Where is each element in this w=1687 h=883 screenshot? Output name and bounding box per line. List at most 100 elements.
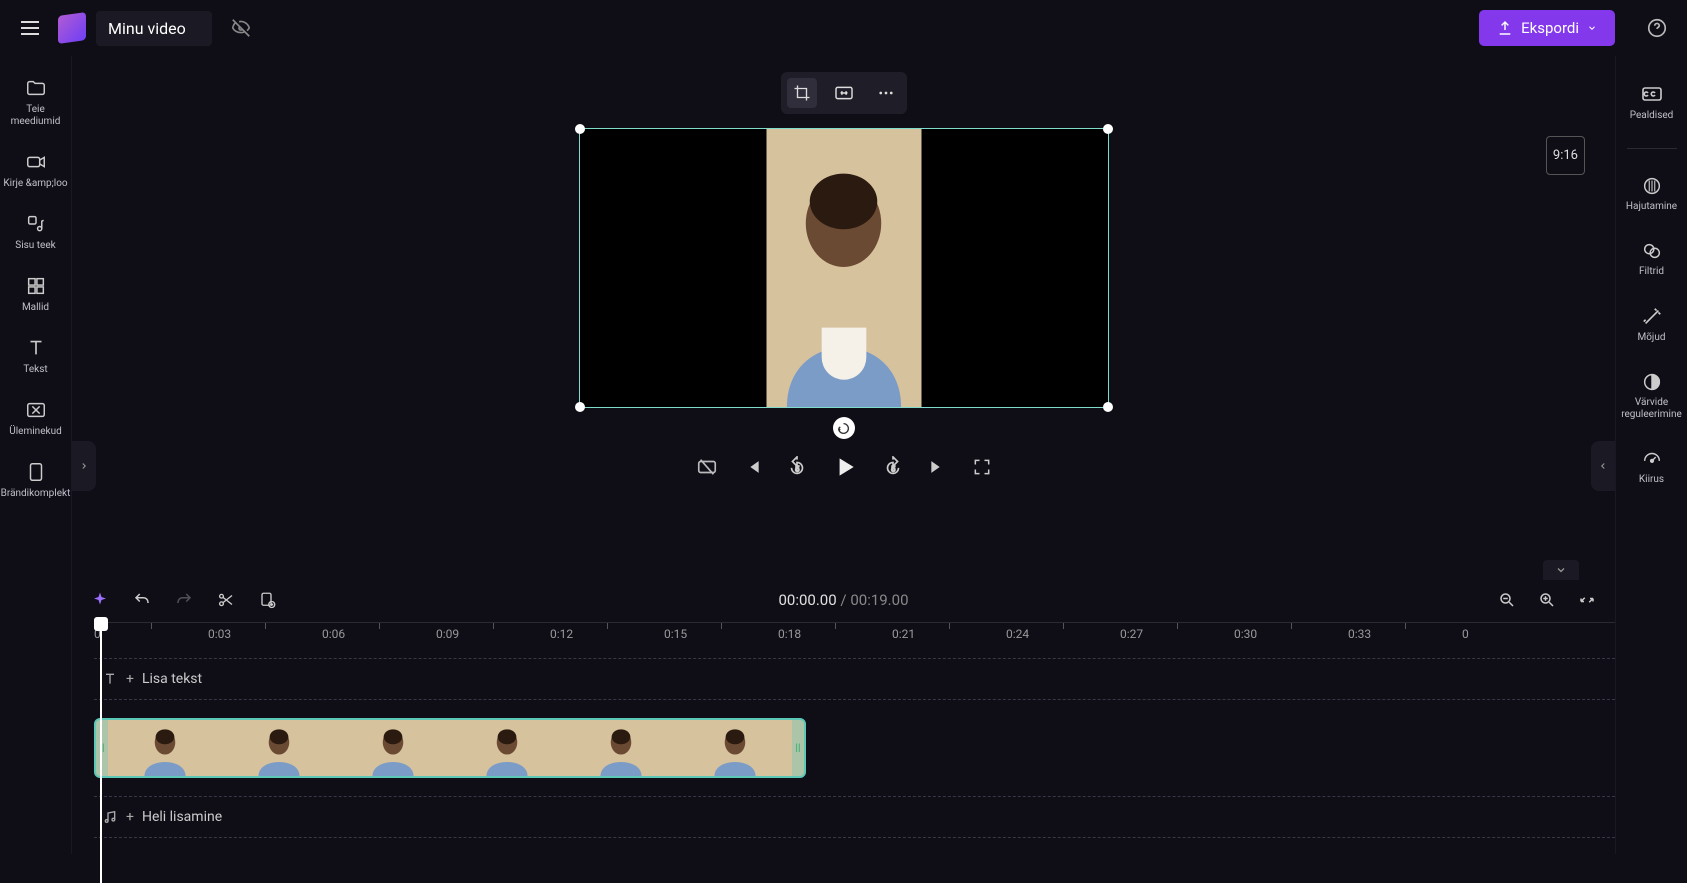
play-button[interactable]	[832, 454, 858, 480]
plus-icon: +	[126, 671, 134, 687]
timeline-tracks: + Lisa tekst || ||	[94, 658, 1615, 854]
ruler-mark: 0:18	[778, 627, 801, 641]
undo-button[interactable]	[130, 588, 154, 612]
camera-icon	[24, 150, 48, 174]
sidebar-item-label: Pealdised	[1630, 110, 1674, 122]
sidebar-item-label: Üleminekud	[9, 426, 61, 438]
svg-text:5: 5	[891, 465, 895, 474]
fullscreen-button[interactable]	[972, 457, 992, 477]
sidebar-item-your-media[interactable]: Teie meediumid	[0, 68, 71, 136]
video-track[interactable]: || ||	[94, 716, 1615, 780]
audio-track[interactable]: + Heli lisamine	[94, 796, 1615, 838]
left-sidebar: Teie meediumid Kirje &amp;loo Sisu teek …	[0, 56, 72, 854]
app-logo-icon	[58, 12, 86, 44]
plus-icon: +	[126, 809, 134, 825]
forward-5s-button[interactable]: 5	[882, 456, 904, 478]
timeline-toolbar: 00:00.00 / 00:19.00	[72, 578, 1615, 622]
clip-trim-left[interactable]: ||	[96, 720, 108, 776]
video-clip[interactable]: || ||	[94, 718, 806, 778]
sidebar-item-color-adjust[interactable]: Värvide reguleerimine	[1616, 363, 1687, 428]
resize-handle-tl[interactable]	[575, 124, 585, 134]
redo-button	[172, 588, 196, 612]
split-button[interactable]	[214, 588, 238, 612]
speed-icon	[1641, 448, 1663, 470]
resize-handle-bl[interactable]	[575, 402, 585, 412]
skip-back-button[interactable]	[742, 457, 762, 477]
sidebar-item-fade[interactable]: Hajutamine	[1616, 167, 1687, 221]
fade-icon	[1641, 175, 1663, 197]
sidebar-item-templates[interactable]: Mallid	[0, 266, 71, 322]
export-button[interactable]: Ekspordi	[1479, 10, 1615, 46]
more-options-button[interactable]	[871, 78, 901, 108]
preview-frame-image	[766, 129, 921, 407]
main-menu-button[interactable]	[12, 10, 48, 46]
ruler-mark: 0:27	[1120, 627, 1143, 641]
sidebar-item-speed[interactable]: Kiirus	[1616, 440, 1687, 494]
visibility-off-icon[interactable]	[230, 17, 252, 39]
preview-canvas[interactable]	[579, 128, 1109, 408]
filters-icon	[1641, 240, 1663, 262]
svg-text:5: 5	[795, 465, 799, 474]
ai-sparkle-button[interactable]	[88, 588, 112, 612]
rewind-5s-button[interactable]: 5	[786, 456, 808, 478]
text-track[interactable]: + Lisa tekst	[94, 658, 1615, 700]
add-media-button[interactable]	[256, 588, 280, 612]
ruler-mark: 0:15	[664, 627, 687, 641]
sidebar-item-label: Värvide reguleerimine	[1618, 397, 1685, 420]
resize-handle-br[interactable]	[1103, 402, 1113, 412]
sidebar-item-record[interactable]: Kirje &amp;loo	[0, 142, 71, 198]
music-note-icon	[24, 212, 48, 236]
sidebar-item-label: Kirje &amp;loo	[3, 178, 67, 190]
playhead[interactable]	[94, 617, 108, 631]
sidebar-item-label: Brändikomplekt	[1, 488, 71, 500]
contrast-icon	[1641, 371, 1663, 393]
sidebar-item-label: Filtrid	[1639, 266, 1664, 278]
sidebar-item-label: Hajutamine	[1626, 201, 1677, 213]
playhead-line	[100, 623, 102, 883]
transitions-icon	[24, 398, 48, 422]
project-title-input[interactable]	[96, 11, 212, 46]
sidebar-item-transitions[interactable]: Üleminekud	[0, 390, 71, 446]
sidebar-item-content-library[interactable]: Sisu teek	[0, 204, 71, 260]
rotate-handle[interactable]	[833, 417, 855, 439]
export-button-label: Ekspordi	[1521, 19, 1579, 37]
total-time: 00:19.00	[850, 591, 908, 609]
sidebar-item-label: Teie meediumid	[2, 104, 69, 128]
fit-button[interactable]	[829, 78, 859, 108]
timeline-ruler[interactable]: 0 0:03 0:06 0:09 0:12 0:15 0:18 0:21 0:2…	[94, 622, 1615, 658]
playback-controls: 5 5	[696, 454, 992, 480]
sidebar-item-captions[interactable]: Pealdised	[1616, 74, 1687, 130]
brand-kit-icon	[24, 460, 48, 484]
aspect-ratio-button[interactable]: 9:16	[1546, 136, 1585, 175]
ruler-mark: 0	[1462, 627, 1469, 641]
sidebar-item-label: Tekst	[23, 364, 47, 376]
ruler-mark: 0:12	[550, 627, 573, 641]
help-button[interactable]	[1639, 10, 1675, 46]
sidebar-item-effects[interactable]: Mõjud	[1616, 298, 1687, 352]
clip-trim-right[interactable]: ||	[792, 720, 804, 776]
fit-timeline-button[interactable]	[1575, 588, 1599, 612]
ruler-mark: 0:30	[1234, 627, 1257, 641]
sidebar-item-label: Mallid	[22, 302, 49, 314]
ruler-mark: 0:03	[208, 627, 231, 641]
collapse-timeline-button[interactable]	[1543, 560, 1579, 580]
templates-icon	[24, 274, 48, 298]
hide-preview-button[interactable]	[696, 456, 718, 478]
preview-toolbar	[781, 72, 907, 114]
clip-thumbnails	[108, 720, 792, 776]
skip-forward-button[interactable]	[928, 457, 948, 477]
crop-button[interactable]	[787, 78, 817, 108]
sidebar-item-label: Kiirus	[1639, 474, 1664, 486]
text-icon	[24, 336, 48, 360]
effects-icon	[1641, 306, 1663, 328]
sidebar-item-brand-kit[interactable]: Brändikomplekt	[0, 452, 71, 508]
sidebar-item-text[interactable]: Tekst	[0, 328, 71, 384]
captions-icon	[1640, 82, 1664, 106]
music-icon	[102, 809, 118, 825]
zoom-out-button[interactable]	[1495, 588, 1519, 612]
resize-handle-tr[interactable]	[1103, 124, 1113, 134]
text-icon	[102, 671, 118, 687]
zoom-in-button[interactable]	[1535, 588, 1559, 612]
ruler-mark: 0:33	[1348, 627, 1371, 641]
sidebar-item-filters[interactable]: Filtrid	[1616, 232, 1687, 286]
